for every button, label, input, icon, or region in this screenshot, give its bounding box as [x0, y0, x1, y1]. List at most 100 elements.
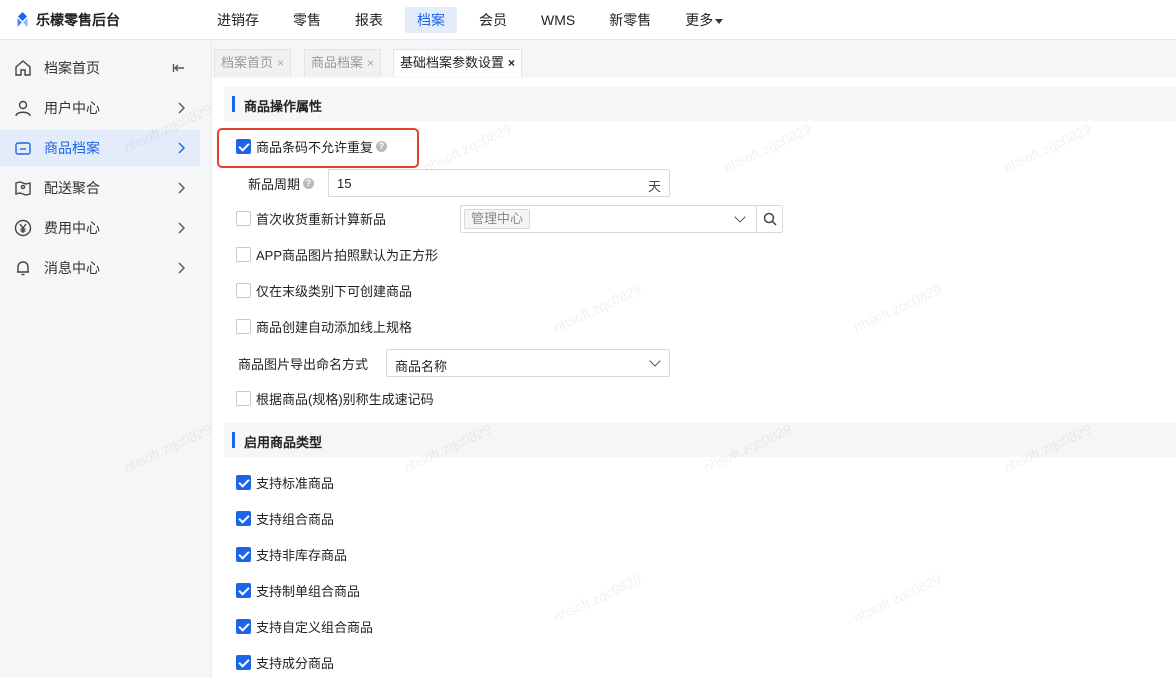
sidebar-item-label: 消息中心: [44, 260, 100, 276]
collapse-sidebar-icon[interactable]: [172, 61, 186, 75]
option-label: 仅在末级类别下可创建商品: [256, 283, 413, 299]
type-order-combo-option[interactable]: 支持制单组合商品: [236, 580, 360, 600]
chevron-down-icon: [649, 355, 661, 367]
sidebar-item-archive-home[interactable]: 档案首页: [0, 50, 200, 86]
type-order-combo-checkbox[interactable]: [236, 582, 251, 598]
tab-basic-settings[interactable]: 基础档案参数设置 ×: [393, 49, 523, 77]
option-label: 首次收货重新计算新品: [256, 211, 387, 227]
chevron-right-icon: [178, 222, 185, 234]
bell-icon: [17, 261, 29, 276]
nav-jxc[interactable]: 进销存: [205, 7, 271, 33]
img-naming-label: 商品图片导出命名方式: [238, 356, 369, 372]
first-receipt-org-select[interactable]: 管理中心: [460, 205, 783, 233]
sidebar-item-label: 费用中心: [44, 220, 100, 236]
yen-icon: [14, 219, 32, 237]
img-naming-select[interactable]: 商品名称: [386, 349, 670, 377]
product-icon: [15, 142, 31, 155]
quick-code-option[interactable]: 根据商品(规格)别称生成速记码: [236, 388, 434, 408]
nav-new-retail[interactable]: 新零售: [597, 7, 663, 33]
section-header-product-types: 启用商品类型: [224, 423, 1176, 457]
type-custom-combo-checkbox[interactable]: [236, 618, 251, 634]
option-label: 支持自定义组合商品: [256, 619, 374, 635]
sidebar-item-label: 配送聚合: [44, 180, 100, 196]
img-naming-value: 商品名称: [395, 359, 448, 374]
first-receipt-option[interactable]: 首次收货重新计算新品: [236, 208, 386, 228]
type-combo-option[interactable]: 支持组合商品: [236, 508, 334, 528]
barcode-unique-option[interactable]: 商品条码不允许重复 ?: [236, 136, 388, 156]
chevron-right-icon: [178, 262, 185, 274]
option-label: 支持组合商品: [256, 511, 335, 527]
option-label: 商品条码不允许重复: [256, 139, 374, 155]
img-naming-row: 商品图片导出命名方式: [238, 353, 368, 373]
help-icon[interactable]: ?: [376, 140, 388, 152]
chevron-right-icon: [178, 142, 185, 154]
sidebar-item-label: 档案首页: [44, 60, 100, 76]
new-period-input[interactable]: 15 天: [328, 169, 670, 197]
type-non-stock-checkbox[interactable]: [236, 546, 251, 562]
leaf-only-option[interactable]: 仅在末级类别下可创建商品: [236, 280, 412, 300]
type-non-stock-option[interactable]: 支持非库存商品: [236, 544, 347, 564]
sidebar-item-label: 商品档案: [44, 140, 100, 156]
option-label: APP商品图片拍照默认为正方形: [256, 247, 439, 263]
type-ingredient-checkbox[interactable]: [236, 654, 251, 670]
user-icon: [15, 100, 31, 117]
app-square-option[interactable]: APP商品图片拍照默认为正方形: [236, 244, 438, 264]
sidebar-item-expense[interactable]: 费用中心: [0, 210, 200, 246]
first-receipt-checkbox[interactable]: [236, 210, 251, 226]
tab-archive-home[interactable]: 档案首页 ×: [214, 49, 292, 77]
app-square-checkbox[interactable]: [236, 246, 251, 262]
close-icon[interactable]: ×: [277, 56, 284, 70]
new-period-unit: 天: [647, 179, 661, 194]
nav-archive[interactable]: 档案: [405, 7, 457, 33]
type-standard-option[interactable]: 支持标准商品: [236, 472, 334, 492]
option-label: 支持非库存商品: [256, 547, 348, 563]
app-logo[interactable]: 乐檬零售后台: [14, 10, 120, 30]
nav-wms[interactable]: WMS: [529, 7, 587, 33]
tab-product-archive[interactable]: 商品档案 ×: [304, 49, 382, 77]
nav-retail[interactable]: 零售: [281, 7, 333, 33]
tab-bar: 档案首页 × 商品档案 × 基础档案参数设置 ×: [212, 40, 1176, 78]
auto-spec-checkbox[interactable]: [236, 318, 251, 334]
sidebar-item-delivery[interactable]: 配送聚合: [0, 170, 200, 206]
leaf-only-checkbox[interactable]: [236, 282, 251, 298]
option-label: 根据商品(规格)别称生成速记码: [256, 391, 434, 407]
search-button[interactable]: [756, 206, 782, 232]
type-ingredient-option[interactable]: 支持成分商品: [236, 652, 334, 672]
quick-code-checkbox[interactable]: [236, 390, 251, 406]
app-title: 乐檬零售后台: [36, 12, 120, 28]
option-label: 商品创建自动添加线上规格: [256, 319, 413, 335]
type-custom-combo-option[interactable]: 支持自定义组合商品: [236, 616, 373, 636]
search-icon: [763, 212, 777, 226]
type-combo-checkbox[interactable]: [236, 510, 251, 526]
nav-more-label: 更多: [685, 12, 714, 28]
settings-content: 商品操作属性 商品条码不允许重复 ? 新品周期 ? 15 天 首次收货重新计算新…: [212, 78, 1176, 678]
help-icon[interactable]: ?: [303, 177, 315, 189]
nav-report[interactable]: 报表: [343, 7, 395, 33]
caret-down-icon: [715, 18, 724, 24]
sidebar: 档案首页 用户中心 商品档案 配送聚合 费用中心 消息中心: [0, 40, 212, 678]
sidebar-item-user-center[interactable]: 用户中心: [0, 90, 200, 126]
sidebar-item-product-archive[interactable]: 商品档案: [0, 130, 200, 166]
option-label: 支持标准商品: [256, 475, 335, 491]
section-title: 商品操作属性: [244, 99, 323, 114]
nav-member[interactable]: 会员: [467, 7, 519, 33]
nav-more[interactable]: 更多: [673, 7, 735, 33]
option-label: 支持成分商品: [256, 655, 335, 671]
barcode-unique-checkbox[interactable]: [236, 138, 251, 154]
top-nav: 进销存 零售 报表 档案 会员 WMS 新零售 更多: [205, 0, 745, 40]
new-period-label: 新品周期: [248, 176, 301, 192]
home-icon: [15, 60, 31, 76]
sidebar-item-messages[interactable]: 消息中心: [0, 250, 200, 286]
tab-label: 商品档案: [311, 55, 364, 70]
chevron-down-icon: [734, 211, 746, 223]
close-icon[interactable]: ×: [508, 56, 515, 70]
option-label: 支持制单组合商品: [256, 583, 361, 599]
new-period-value: 15: [337, 176, 352, 191]
close-icon[interactable]: ×: [367, 56, 374, 70]
section-accent-bar: [232, 96, 235, 112]
sidebar-item-label: 用户中心: [44, 100, 100, 116]
logo-icon: [17, 11, 28, 27]
auto-spec-option[interactable]: 商品创建自动添加线上规格: [236, 316, 412, 336]
chevron-right-icon: [178, 182, 185, 194]
type-standard-checkbox[interactable]: [236, 474, 251, 490]
